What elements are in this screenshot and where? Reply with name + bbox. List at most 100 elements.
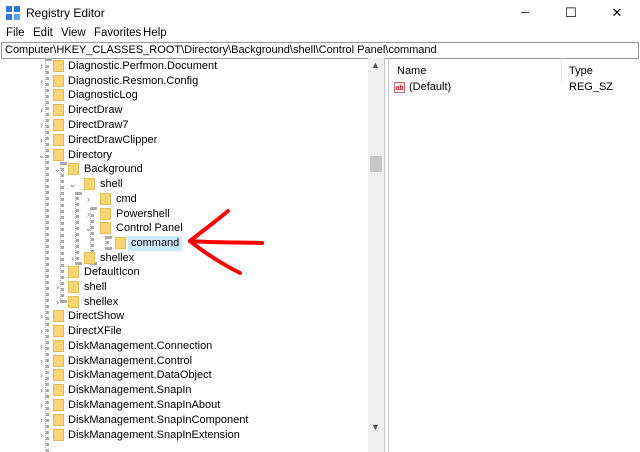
tree-item[interactable]: › Diagnostic.Resmon.Config: [0, 74, 368, 89]
tree-item-label: DirectDraw7: [68, 119, 129, 131]
expand-chevron-icon[interactable]: ›: [37, 356, 46, 366]
folder-icon: [53, 429, 64, 441]
collapse-chevron-icon[interactable]: ⌄: [53, 164, 62, 174]
expand-chevron-icon[interactable]: ›: [37, 76, 46, 86]
menu-favorites[interactable]: Favorites: [94, 27, 141, 39]
address-bar[interactable]: Computer\HKEY_CLASSES_ROOT\Directory\Bac…: [1, 42, 639, 59]
scroll-up-icon[interactable]: ▲: [371, 60, 380, 70]
menu-view[interactable]: View: [61, 27, 86, 39]
tree-item[interactable]: DefaultIcon: [0, 265, 368, 280]
expand-chevron-icon[interactable]: ›: [37, 385, 46, 395]
folder-icon: [68, 266, 79, 278]
expand-chevron-icon[interactable]: ›: [37, 326, 46, 336]
tree-item[interactable]: DiagnosticLog: [0, 88, 368, 103]
tree-item[interactable]: › DirectDraw: [0, 103, 368, 118]
tree-item[interactable]: › DirectDraw7: [0, 118, 368, 133]
value-type: REG_SZ: [569, 81, 614, 93]
expand-chevron-icon[interactable]: ›: [37, 61, 46, 71]
menu-help[interactable]: Help: [143, 27, 167, 39]
folder-icon: [68, 281, 79, 293]
tree-item[interactable]: ⌄ shell: [0, 177, 368, 192]
tree-item[interactable]: › DiskManagement.DataObject: [0, 368, 368, 383]
expand-chevron-icon[interactable]: ›: [84, 209, 93, 219]
column-divider[interactable]: [561, 58, 562, 82]
close-button[interactable]: ✕: [594, 0, 640, 25]
registry-editor-app-icon: [6, 6, 20, 20]
tree-item[interactable]: › DiskManagement.SnapIn: [0, 383, 368, 398]
address-path: Computer\HKEY_CLASSES_ROOT\Directory\Bac…: [5, 44, 437, 56]
tree-item[interactable]: ⌄ Background: [0, 162, 368, 177]
tree-item[interactable]: › DiskManagement.Connection: [0, 339, 368, 354]
folder-icon: [68, 296, 79, 308]
tree-item-selected[interactable]: command: [0, 236, 368, 251]
tree-item[interactable]: › Diagnostic.Perfmon.Document: [0, 59, 368, 74]
tree-item[interactable]: ⌄ Control Panel: [0, 221, 368, 236]
tree-item-label: DirectDraw: [68, 104, 123, 116]
maximize-button[interactable]: ☐: [548, 0, 594, 25]
expand-chevron-icon[interactable]: ›: [37, 400, 46, 410]
expand-chevron-icon[interactable]: ›: [37, 415, 46, 425]
tree-item-label: DirectXFile: [68, 325, 122, 337]
folder-icon: [84, 252, 95, 264]
folder-icon: [53, 60, 64, 72]
string-value-icon: ab: [394, 82, 405, 93]
expand-chevron-icon[interactable]: ›: [84, 194, 93, 204]
tree-item-label: DiskManagement.DataObject: [68, 369, 212, 381]
expand-chevron-icon[interactable]: ›: [37, 341, 46, 351]
folder-icon: [53, 119, 64, 131]
minimize-button[interactable]: ─: [502, 0, 548, 25]
folder-icon: [68, 163, 79, 175]
expand-chevron-icon[interactable]: ›: [37, 135, 46, 145]
tree-item-label: DiskManagement.SnapInComponent: [68, 414, 249, 426]
tree-item[interactable]: › shell: [0, 280, 368, 295]
menu-edit[interactable]: Edit: [33, 27, 53, 39]
tree-item-label: DiskManagement.SnapInAbout: [68, 399, 221, 411]
tree-item-label: Background: [84, 163, 143, 175]
tree-item[interactable]: › DirectDrawClipper: [0, 133, 368, 148]
column-header-type[interactable]: Type: [569, 60, 593, 82]
tree-item-label: DiskManagement.Control: [68, 355, 193, 367]
folder-icon: [100, 208, 111, 220]
tree-item[interactable]: › DiskManagement.SnapInAbout: [0, 398, 368, 413]
maximize-icon: ☐: [565, 4, 577, 20]
expand-chevron-icon[interactable]: ›: [53, 297, 62, 307]
tree-item[interactable]: › DirectXFile: [0, 324, 368, 339]
values-pane: Name Type ab (Default) REG_SZ: [388, 58, 640, 452]
tree-item[interactable]: › cmd: [0, 192, 368, 207]
collapse-chevron-icon[interactable]: ⌄: [84, 223, 93, 233]
tree-item[interactable]: › DirectShow: [0, 309, 368, 324]
menu-file[interactable]: File: [6, 27, 25, 39]
expand-chevron-icon[interactable]: ›: [37, 430, 46, 440]
expand-chevron-icon[interactable]: ›: [53, 282, 62, 292]
folder-icon: [53, 369, 64, 381]
tree-item[interactable]: › shellex: [0, 251, 368, 266]
expand-chevron-icon[interactable]: ›: [68, 253, 77, 263]
tree-item[interactable]: › shellex: [0, 295, 368, 310]
tree-scrollbar[interactable]: ▲ ▼: [368, 58, 384, 452]
collapse-chevron-icon[interactable]: ⌄: [37, 150, 46, 160]
key-tree-pane: › Diagnostic.Perfmon.Document › Diagnost…: [0, 58, 385, 452]
column-header-name[interactable]: Name: [397, 60, 426, 82]
expand-chevron-icon[interactable]: ›: [37, 120, 46, 130]
expand-chevron-icon[interactable]: ›: [37, 311, 46, 321]
tree-item[interactable]: › Powershell: [0, 207, 368, 222]
tree-item-label: DiskManagement.SnapInExtension: [68, 429, 240, 441]
scroll-thumb[interactable]: [370, 156, 382, 172]
value-row[interactable]: ab (Default) REG_SZ: [389, 80, 637, 96]
expand-chevron-icon[interactable]: ›: [37, 105, 46, 115]
tree-item[interactable]: › DiskManagement.Control: [0, 354, 368, 369]
title-bar: Registry Editor ─ ☐ ✕: [0, 0, 640, 25]
tree-item-label: shellex: [100, 252, 135, 264]
scroll-down-icon[interactable]: ▼: [371, 422, 380, 432]
value-name: (Default): [409, 81, 452, 93]
collapse-chevron-icon[interactable]: ⌄: [68, 179, 77, 189]
tree-item[interactable]: ⌄ Directory: [0, 148, 368, 163]
tree-item-label: shell: [100, 178, 123, 190]
tree-item[interactable]: › DiskManagement.SnapInComponent: [0, 413, 368, 428]
expand-chevron-icon[interactable]: ›: [37, 370, 46, 380]
folder-icon: [53, 399, 64, 411]
folder-icon: [53, 325, 64, 337]
tree-item-label: DirectDrawClipper: [68, 134, 158, 146]
tree-item[interactable]: › DiskManagement.SnapInExtension: [0, 428, 368, 443]
tree-item-label: cmd: [116, 193, 137, 205]
